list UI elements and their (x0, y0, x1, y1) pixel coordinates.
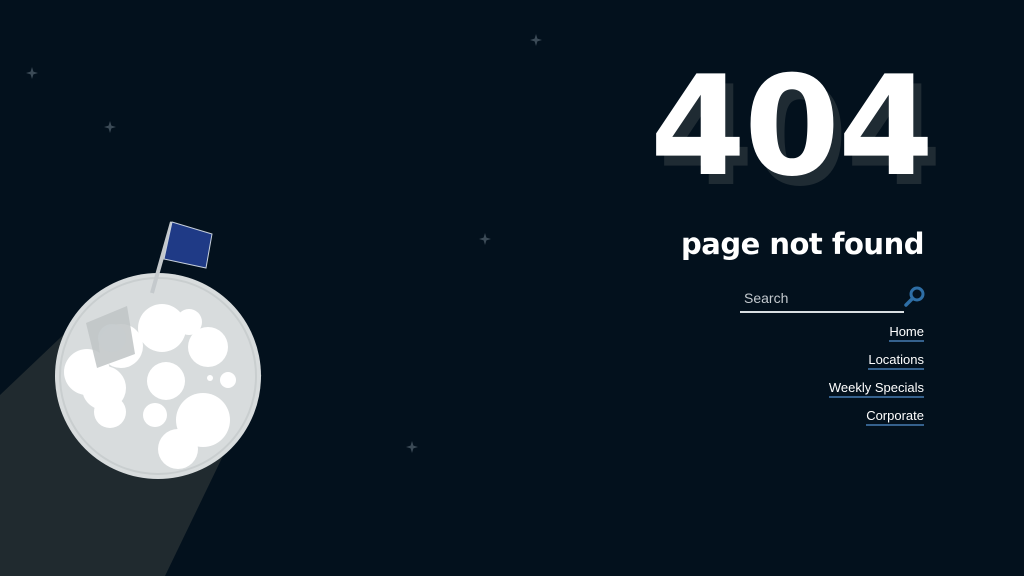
nav-links: Home Locations Weekly Specials Corporate (828, 324, 924, 436)
error-message: page not found (681, 227, 924, 261)
search-icon (904, 286, 925, 307)
nav-link-weekly-specials[interactable]: Weekly Specials (828, 380, 924, 398)
error-code: 404 (649, 46, 934, 207)
search-form (740, 285, 930, 315)
nav-link-locations[interactable]: Locations (868, 352, 924, 370)
nav-link-corporate[interactable]: Corporate (866, 408, 924, 426)
error-page: 404 page not found Home Locations Weekly… (0, 0, 1024, 576)
search-input[interactable] (740, 285, 904, 313)
search-button[interactable] (903, 285, 927, 309)
moon-icon (55, 273, 261, 479)
nav-link-home[interactable]: Home (889, 324, 924, 342)
